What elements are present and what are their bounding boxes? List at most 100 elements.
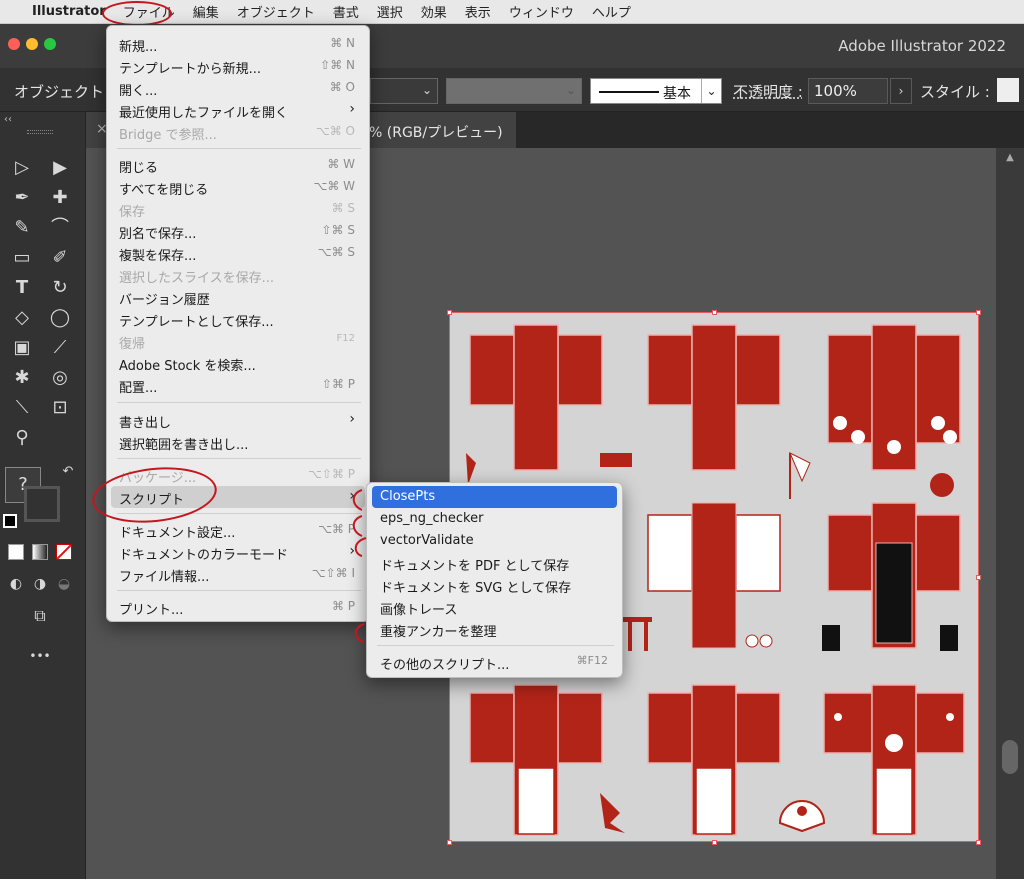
close-window-button[interactable] — [8, 38, 20, 50]
menu-item-save-as-template[interactable]: テンプレートとして保存... — [107, 308, 369, 330]
menu-item-document-color-mode[interactable]: ドキュメントのカラーモード › — [107, 541, 369, 563]
menu-item-place[interactable]: 配置... ⇧⌘ P — [107, 374, 369, 396]
menu-type[interactable]: 書式 — [324, 2, 368, 21]
chevron-down-icon: ⌄ — [701, 79, 721, 103]
curvature-tool-icon[interactable]: ✎ — [10, 216, 34, 240]
none-mode-button[interactable] — [56, 544, 72, 560]
rotate-tool-icon[interactable]: ↻ — [48, 276, 72, 300]
menu-item-new[interactable]: 新規... ⌘ N — [107, 33, 369, 55]
menu-item-save-as[interactable]: 別名で保存... ⇧⌘ S — [107, 220, 369, 242]
rectangle-tool-icon[interactable]: ▭ — [10, 246, 34, 270]
minimize-window-button[interactable] — [26, 38, 38, 50]
artboard-handle-tr[interactable] — [976, 310, 981, 315]
swap-fill-stroke-icon[interactable]: ↶ — [56, 460, 80, 484]
menu-item-search-adobe-stock[interactable]: Adobe Stock を検索... — [107, 352, 369, 374]
document-tab-title: % (RGB/プレビュー) — [369, 125, 503, 141]
artboard-handle-br[interactable] — [976, 840, 981, 845]
menu-item-new-from-template[interactable]: テンプレートから新規... ⇧⌘ N — [107, 55, 369, 77]
script-item-clean-duplicate-anchors[interactable]: 重複アンカーを整理 — [367, 618, 622, 640]
shape-builder-tool-icon[interactable]: ◎ — [48, 366, 72, 390]
anchor-point-tool-icon[interactable]: ⌒ — [48, 216, 72, 240]
menu-item-label: 複製を保存... — [119, 249, 197, 264]
menu-item-close[interactable]: 閉じる ⌘ W — [107, 154, 369, 176]
opacity-label[interactable]: 不透明度 : — [733, 81, 803, 102]
artboard-handle-tl[interactable] — [447, 310, 452, 315]
color-mode-button[interactable] — [8, 544, 24, 560]
menu-view[interactable]: 表示 — [456, 2, 500, 21]
stroke-swatch[interactable] — [24, 486, 60, 522]
script-item-closepts[interactable]: ClosePts — [372, 486, 617, 508]
pen-tool-icon[interactable]: ✒ — [10, 186, 34, 210]
artboard-handle-bl[interactable] — [447, 840, 452, 845]
draw-inside-icon[interactable]: ◒ — [52, 572, 76, 596]
scroll-up-arrow-icon[interactable]: ▲ — [1002, 152, 1018, 163]
edit-toolbar-icon[interactable]: ••• — [28, 644, 52, 668]
artboard-handle-tm[interactable] — [712, 310, 717, 315]
draw-normal-icon[interactable]: ◐ — [4, 572, 28, 596]
shortcut-label: ⌘ S — [331, 201, 355, 215]
type-tool-icon[interactable]: T — [10, 276, 34, 300]
default-colors-icon[interactable] — [3, 514, 17, 528]
zoom-tool-icon[interactable]: ⚲ — [10, 426, 34, 450]
opacity-expand-button[interactable]: › — [890, 78, 912, 104]
zoom-window-button[interactable] — [44, 38, 56, 50]
script-item-image-trace[interactable]: 画像トレース — [367, 596, 622, 618]
menu-item-open[interactable]: 開く... ⌘ O — [107, 77, 369, 99]
script-item-eps-ng-checker[interactable]: eps_ng_checker — [367, 508, 622, 530]
brush-definition-dropdown[interactable]: 基本 ⌄ — [590, 78, 722, 104]
menu-item-label: その他のスクリプト... — [380, 658, 510, 673]
eyedropper-tool-icon[interactable]: ⟋ — [48, 336, 72, 360]
opacity-input[interactable]: 100% — [808, 78, 888, 104]
shortcut-label: ⇧⌘ S — [321, 223, 356, 237]
menu-item-open-recent[interactable]: 最近使用したファイルを開く › — [107, 99, 369, 121]
script-item-vector-validate[interactable]: vectorValidate — [367, 530, 622, 552]
variable-width-dropdown[interactable]: ⌄ — [446, 78, 582, 104]
menu-item-close-all[interactable]: すべてを閉じる ⌥⌘ W — [107, 176, 369, 198]
menu-effect[interactable]: 効果 — [412, 2, 456, 21]
script-item-save-as-svg[interactable]: ドキュメントを SVG として保存 — [367, 574, 622, 596]
stroke-color-dropdown[interactable]: ⌄ — [370, 78, 438, 104]
graphic-style-swatch[interactable] — [997, 78, 1019, 102]
knife-tool-icon[interactable]: ⟍ — [10, 396, 34, 420]
script-item-save-as-pdf[interactable]: ドキュメントを PDF として保存 — [367, 552, 622, 574]
scrollbar-thumb[interactable] — [1002, 740, 1018, 774]
paintbrush-tool-icon[interactable]: ✐ — [48, 246, 72, 270]
menu-item-document-setup[interactable]: ドキュメント設定... ⌥⌘ P — [107, 519, 369, 541]
menu-object[interactable]: オブジェクト — [228, 2, 324, 21]
gradient-tool-icon[interactable]: ▣ — [10, 336, 34, 360]
gradient-mode-button[interactable] — [32, 544, 48, 560]
menu-item-export-selection[interactable]: 選択範囲を書き出し... — [107, 431, 369, 453]
collapse-panel-icon[interactable]: ‹‹ — [0, 114, 86, 126]
menu-item-label: パッケージ... — [119, 471, 197, 486]
crop-tool-icon[interactable]: ⊡ — [48, 396, 72, 420]
menu-item-export[interactable]: 書き出し › — [107, 409, 369, 431]
shortcut-label: F12 — [336, 333, 355, 344]
shortcut-label: ⌘F12 — [576, 654, 608, 667]
menu-item-scripts[interactable]: スクリプト › — [111, 486, 365, 508]
menu-item-version-history[interactable]: バージョン履歴 — [107, 286, 369, 308]
menu-item-print[interactable]: プリント... ⌘ P — [107, 596, 369, 618]
menu-file[interactable]: ファイル — [114, 2, 184, 21]
chevron-down-icon: ⌄ — [565, 83, 576, 97]
screen-mode-icon[interactable]: ⧉ — [28, 604, 52, 628]
menu-item-save-a-copy[interactable]: 複製を保存... ⌥⌘ S — [107, 242, 369, 264]
menu-app-name[interactable]: Illustrator — [26, 4, 114, 19]
selection-tool-icon[interactable]: ▷ — [10, 156, 34, 180]
menu-window[interactable]: ウィンドウ — [500, 2, 583, 21]
menu-help[interactable]: ヘルプ — [583, 2, 640, 21]
direct-selection-tool-icon[interactable]: ▶ — [48, 156, 72, 180]
menu-select[interactable]: 選択 — [368, 2, 412, 21]
puppet-warp-tool-icon[interactable]: ✱ — [10, 366, 34, 390]
draw-behind-icon[interactable]: ◑ — [28, 572, 52, 596]
menu-item-label: vectorValidate — [380, 533, 474, 548]
menu-item-label: 保存 — [119, 205, 146, 220]
shortcut-label: ⌘ N — [330, 36, 355, 50]
artboard-handle-mr[interactable] — [976, 575, 981, 580]
menu-edit[interactable]: 編集 — [184, 2, 228, 21]
lasso-tool-icon[interactable]: ◯ — [48, 306, 72, 330]
menu-item-file-info[interactable]: ファイル情報... ⌥⇧⌘ I — [107, 563, 369, 585]
add-anchor-tool-icon[interactable]: ✚ — [48, 186, 72, 210]
script-item-other-scripts[interactable]: その他のスクリプト... ⌘F12 — [367, 651, 622, 673]
artboard-handle-bm[interactable] — [712, 840, 717, 845]
eraser-tool-icon[interactable]: ◇ — [10, 306, 34, 330]
